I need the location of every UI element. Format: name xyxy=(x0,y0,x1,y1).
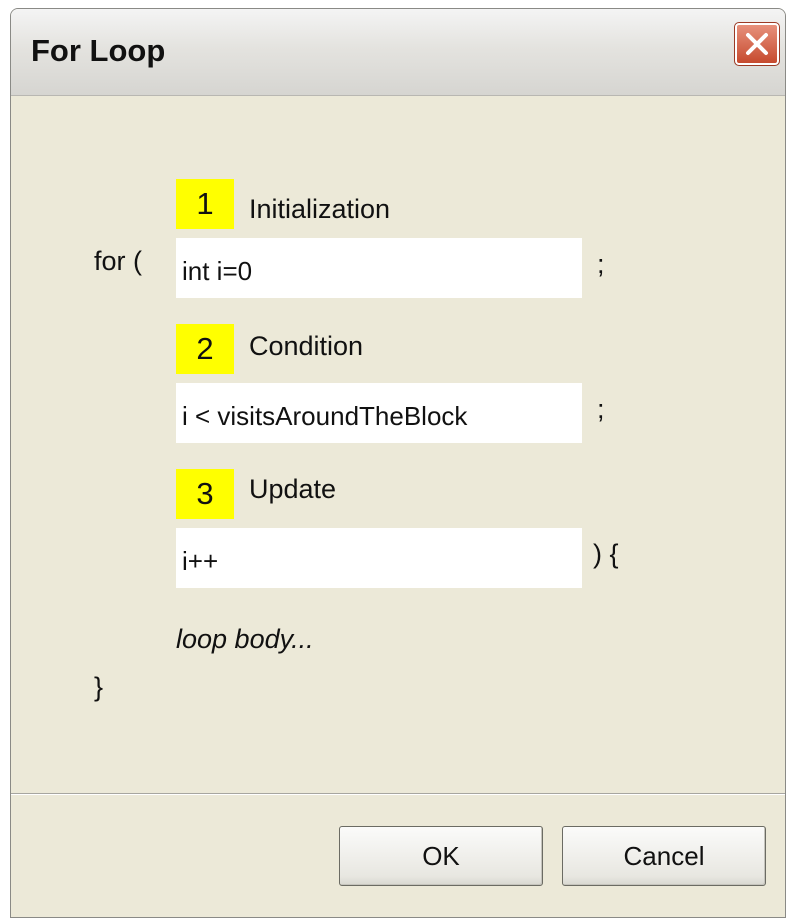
condition-label: Condition xyxy=(249,331,364,361)
semicolon-1: ; xyxy=(597,249,605,279)
step-number-2: 2 xyxy=(176,324,234,374)
update-label: Update xyxy=(249,474,337,504)
for-loop-dialog: For Loop 1 Initialization for ( ; 2 Cond… xyxy=(10,8,786,918)
initialization-input[interactable] xyxy=(176,238,582,298)
closing-brace: } xyxy=(94,672,104,702)
initialization-label: Initialization xyxy=(249,194,391,224)
title-bar[interactable]: For Loop xyxy=(11,9,785,96)
update-input[interactable] xyxy=(176,528,582,588)
close-button[interactable] xyxy=(734,22,780,66)
semicolon-2: ; xyxy=(597,394,605,424)
step-number-1: 1 xyxy=(176,179,234,229)
ok-button[interactable]: OK xyxy=(339,826,543,886)
close-x-icon xyxy=(746,33,768,55)
cancel-button[interactable]: Cancel xyxy=(562,826,766,886)
loop-body-text: loop body... xyxy=(176,624,314,654)
dialog-title: For Loop xyxy=(31,33,166,68)
closing-paren-brace: ) { xyxy=(593,539,619,569)
for-keyword: for ( xyxy=(94,246,143,276)
button-separator xyxy=(11,793,785,795)
step-number-3: 3 xyxy=(176,469,234,519)
condition-input[interactable] xyxy=(176,383,582,443)
